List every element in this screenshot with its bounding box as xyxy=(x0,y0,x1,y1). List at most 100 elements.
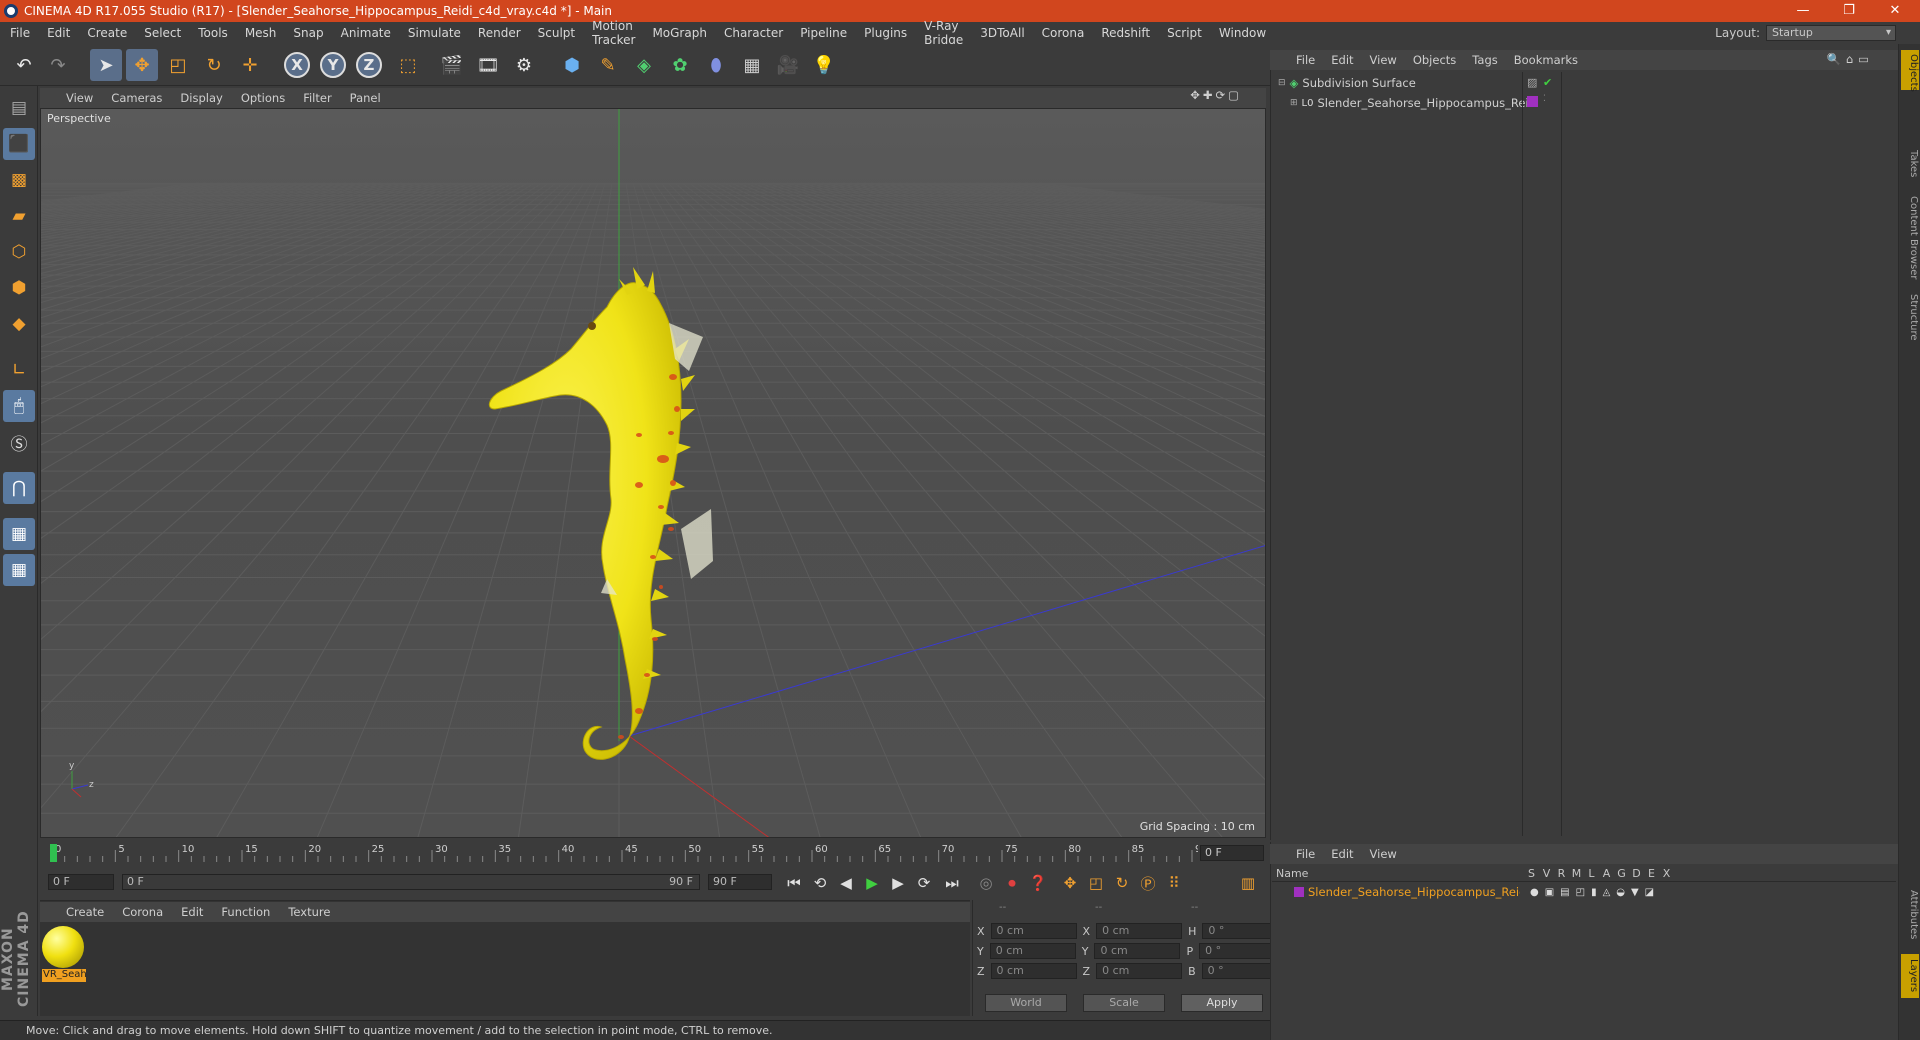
viewport-navigation-icons[interactable]: ✥✚⟳▢ xyxy=(1190,88,1248,102)
go-to-start-icon[interactable]: ⏮ xyxy=(782,871,806,895)
layer-column-a[interactable]: A xyxy=(1599,867,1614,880)
object-menu-bookmarks[interactable]: Bookmarks xyxy=(1514,53,1578,67)
previous-frame-icon[interactable]: ◀ xyxy=(834,871,858,895)
layer-column-e[interactable]: E xyxy=(1644,867,1659,880)
object-menu-edit[interactable]: Edit xyxy=(1331,53,1353,67)
menu-window[interactable]: Window xyxy=(1219,26,1266,40)
layer-column-v[interactable]: V xyxy=(1539,867,1554,880)
scale-tool-icon[interactable]: ◰ xyxy=(162,49,194,81)
layer-column-d[interactable]: D xyxy=(1629,867,1644,880)
menu-simulate[interactable]: Simulate xyxy=(408,26,461,40)
menu-tools[interactable]: Tools xyxy=(198,26,228,40)
viewport-menu-display[interactable]: Display xyxy=(180,91,222,105)
position-z-field[interactable]: 0 cm xyxy=(990,963,1077,979)
edges-mode-icon[interactable]: ⬢ xyxy=(3,272,35,304)
object-row-subdivision-surface[interactable]: ⊟ ◈ Subdivision Surface xyxy=(1278,74,1416,92)
side-tab-objects[interactable]: Objects xyxy=(1901,50,1919,92)
render-picture-viewer-icon[interactable]: 🎞 xyxy=(472,49,504,81)
menu-create[interactable]: Create xyxy=(87,26,127,40)
side-tab-content-browser[interactable]: Content Browser xyxy=(1901,190,1919,286)
menu-render[interactable]: Render xyxy=(478,26,521,40)
spline-pen-icon[interactable]: ✎ xyxy=(592,49,624,81)
key-pla-icon[interactable]: ⠿ xyxy=(1162,871,1186,895)
minimize-button[interactable]: — xyxy=(1780,0,1826,22)
layer-column-l[interactable]: L xyxy=(1584,867,1599,880)
workplane-lock-icon[interactable]: ▦ xyxy=(3,518,35,550)
object-menu-view[interactable]: View xyxy=(1370,53,1397,67)
workplane-mode-icon[interactable]: ▰ xyxy=(3,200,35,232)
menu-character[interactable]: Character xyxy=(724,26,783,40)
render-settings-icon[interactable]: ⚙ xyxy=(508,49,540,81)
menu-select[interactable]: Select xyxy=(144,26,181,40)
points-mode-icon[interactable]: ⬡ xyxy=(3,236,35,268)
next-keyframe-icon[interactable]: ⟳ xyxy=(912,871,936,895)
layout-select[interactable]: Startup xyxy=(1766,25,1896,41)
autokey-icon[interactable]: ⏺ xyxy=(1000,871,1024,895)
record-keys-icon[interactable]: ◎ xyxy=(974,871,998,895)
object-menu-tags[interactable]: Tags xyxy=(1472,53,1497,67)
layer-menu-view[interactable]: View xyxy=(1370,847,1397,861)
material-menu-edit[interactable]: Edit xyxy=(181,905,203,919)
menu-animate[interactable]: Animate xyxy=(341,26,391,40)
menu-file[interactable]: File xyxy=(10,26,30,40)
menu-plugins[interactable]: Plugins xyxy=(864,26,907,40)
editor-visibility-icon[interactable]: ▨ xyxy=(1527,76,1537,89)
polygons-mode-icon[interactable]: ◆ xyxy=(3,308,35,340)
side-tab-structure[interactable]: Structure xyxy=(1901,290,1919,341)
timeline-ruler[interactable]: 051015202530354045505560657075808590 xyxy=(48,842,1198,864)
layer-column-g[interactable]: G xyxy=(1614,867,1629,880)
menu-sculpt[interactable]: Sculpt xyxy=(538,26,575,40)
enabled-check-icon[interactable]: ✔ xyxy=(1543,76,1552,89)
size-x-field[interactable]: 0 cm xyxy=(1096,923,1183,939)
object-row-seahorse[interactable]: ⊞ L0 Slender_Seahorse_Hippocampus_Reidi xyxy=(1290,94,1539,112)
render-view-icon[interactable]: 🎬 xyxy=(436,49,468,81)
menu-corona[interactable]: Corona xyxy=(1042,26,1085,40)
viewport-menu-panel[interactable]: Panel xyxy=(350,91,381,105)
key-position-icon[interactable]: ✥ xyxy=(1058,871,1082,895)
planar-workplane-icon[interactable]: ▦ xyxy=(3,554,35,586)
keyframe-selection-icon[interactable]: ❓ xyxy=(1026,871,1050,895)
maximize-button[interactable]: ❐ xyxy=(1826,0,1872,22)
axis-mode-icon[interactable]: ∟ xyxy=(3,354,35,386)
viewport-canvas[interactable]: y z xyxy=(41,109,1266,838)
material-menu-function[interactable]: Function xyxy=(221,905,270,919)
object-menu-objects[interactable]: Objects xyxy=(1413,53,1456,67)
side-tab-takes[interactable]: Takes xyxy=(1901,144,1919,184)
menu-motion-tracker[interactable]: Motion Tracker xyxy=(592,19,635,47)
camera-icon[interactable]: 🎥 xyxy=(772,49,804,81)
light-bulb-icon[interactable]: 💡 xyxy=(808,49,840,81)
size-y-field[interactable]: 0 cm xyxy=(1094,943,1181,959)
model-mode-icon[interactable]: ⬛ xyxy=(3,128,35,160)
position-y-field[interactable]: 0 cm xyxy=(989,943,1076,959)
visibility-dots-icon[interactable]: ⁚ xyxy=(1543,94,1546,104)
cube-primitive-icon[interactable]: ⬢ xyxy=(556,49,588,81)
viewport-menu-view[interactable]: View xyxy=(66,91,93,105)
side-tab-attributes[interactable]: Attributes xyxy=(1901,884,1919,946)
rotation-p-field[interactable]: 0 ° xyxy=(1199,943,1272,959)
layer-column-r[interactable]: R xyxy=(1554,867,1569,880)
texture-mode-icon[interactable]: ▩ xyxy=(3,164,35,196)
menu-mesh[interactable]: Mesh xyxy=(245,26,277,40)
undo-icon[interactable]: ↶ xyxy=(8,49,40,81)
menu-snap[interactable]: Snap xyxy=(293,26,323,40)
viewport-menu-cameras[interactable]: Cameras xyxy=(111,91,162,105)
start-frame-field[interactable]: 0 F xyxy=(48,874,114,890)
snap-magnet-icon[interactable]: ⋂ xyxy=(3,472,35,504)
layer-column-s[interactable]: S xyxy=(1524,867,1539,880)
key-parameter-icon[interactable]: Ⓟ xyxy=(1136,871,1160,895)
menu-mograph[interactable]: MoGraph xyxy=(652,26,707,40)
menu-pipeline[interactable]: Pipeline xyxy=(800,26,847,40)
size-z-field[interactable]: 0 cm xyxy=(1096,963,1183,979)
layer-toggle-icons[interactable]: ●▣▤◰▮◬◒▼◪ xyxy=(1530,887,1660,898)
layer-row[interactable]: Slender_Seahorse_Hippocampus_Reidi ●▣▤◰▮… xyxy=(1272,883,1896,901)
transform-tool-icon[interactable]: ✛ xyxy=(234,49,266,81)
close-button[interactable]: ✕ xyxy=(1872,0,1918,22)
object-menu-file[interactable]: File xyxy=(1296,53,1315,67)
rotation-b-field[interactable]: 0 ° xyxy=(1201,963,1274,979)
end-frame-field[interactable]: 90 F xyxy=(708,874,772,890)
layer-column-x[interactable]: X xyxy=(1659,867,1674,880)
move-tool-icon[interactable]: ✥ xyxy=(126,49,158,81)
timeline-window-icon[interactable]: ▥ xyxy=(1236,871,1260,895)
redo-icon[interactable]: ↷ xyxy=(42,49,74,81)
deformer-icon[interactable]: ⬮ xyxy=(700,49,732,81)
